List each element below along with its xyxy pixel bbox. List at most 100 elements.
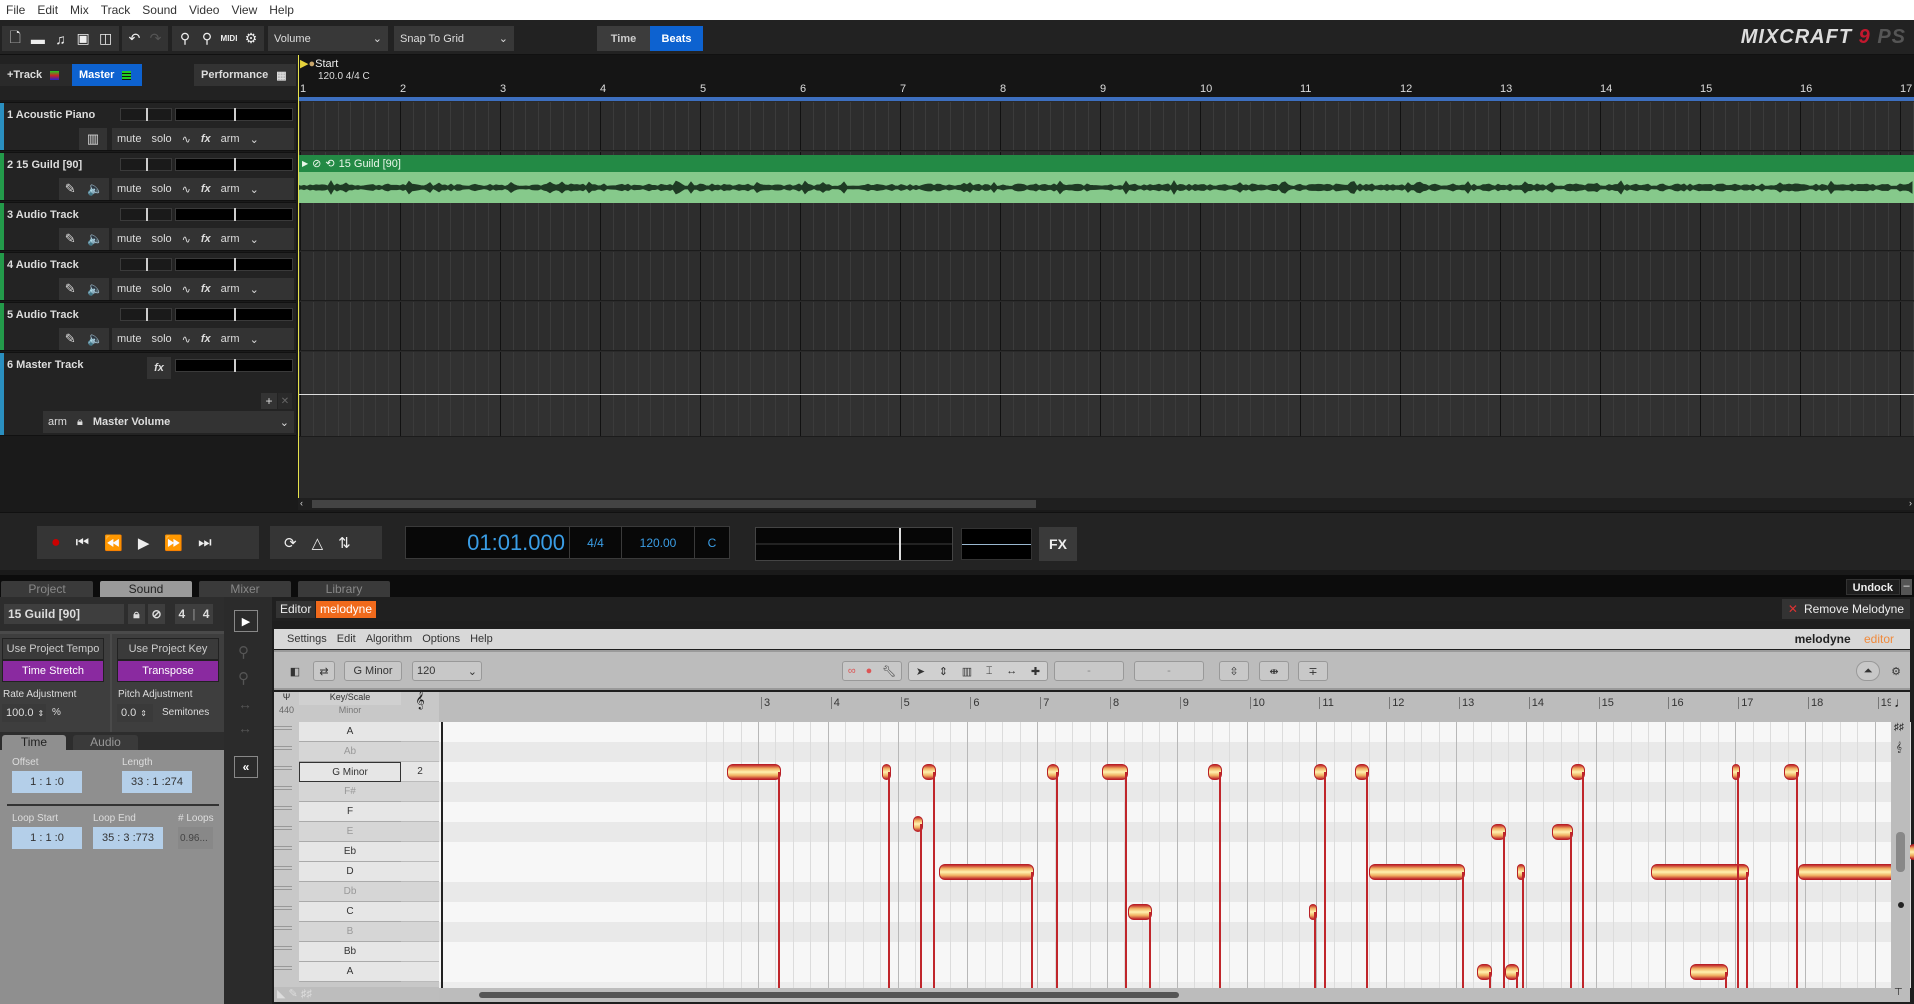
- menu-algorithm[interactable]: Algorithm: [361, 633, 417, 645]
- blob-icon[interactable]: ●: [866, 665, 873, 677]
- snap-select[interactable]: Snap To Grid ⌄: [394, 26, 514, 51]
- note-blob[interactable]: [1651, 864, 1750, 880]
- pitch-row-key[interactable]: Eb: [299, 842, 401, 862]
- play-icon[interactable]: ▶: [138, 534, 150, 552]
- scale-degree-cell[interactable]: [401, 962, 439, 982]
- minimize-button[interactable]: –: [1901, 579, 1912, 595]
- master-track-row[interactable]: 6 Master Track fx + ✕ arm 🔒︎ Master Volu…: [0, 352, 296, 436]
- menu-track[interactable]: Track: [95, 3, 137, 17]
- solo-button[interactable]: solo: [146, 333, 176, 345]
- timing-tool-icon[interactable]: ↔: [1006, 665, 1017, 677]
- scale-degree-cell[interactable]: [401, 722, 439, 742]
- mute-button[interactable]: mute: [112, 233, 146, 245]
- mute-clip-icon[interactable]: ⊘: [148, 604, 165, 624]
- arm-button[interactable]: arm: [216, 183, 245, 195]
- note-blob[interactable]: [726, 764, 782, 780]
- key-scale-header[interactable]: Key/Scale: [299, 692, 401, 705]
- clef-icon[interactable]: 𝄞: [1896, 742, 1902, 753]
- zoom-out-icon[interactable]: ⚲: [238, 669, 249, 687]
- length-field[interactable]: 33 : 1 :274: [122, 771, 192, 793]
- quarter-note-icon[interactable]: ♩: [1894, 694, 1908, 710]
- inspector-toggle-icon[interactable]: ◧: [286, 661, 304, 681]
- add-track-button[interactable]: +Track: [0, 64, 72, 86]
- value-field-1[interactable]: -: [1054, 661, 1124, 681]
- note-blob[interactable]: [939, 864, 1034, 880]
- time-signature[interactable]: 4/4: [569, 527, 621, 558]
- blobs-icon[interactable]: ∞: [848, 665, 856, 677]
- scale-degree-cell[interactable]: [401, 802, 439, 822]
- transpose-button[interactable]: Transpose: [117, 660, 219, 682]
- scrollbar-thumb[interactable]: [312, 500, 1036, 508]
- track-row[interactable]: 5 Audio Track ✎ 🔈 mute solo ∿ fx arm ⌄: [0, 302, 296, 351]
- clip-header[interactable]: ▶ ⊘ ⟲ 15 Guild [90]: [298, 155, 1914, 172]
- collapse-panel-button[interactable]: «: [234, 756, 258, 778]
- automation-icon[interactable]: ∿: [177, 333, 196, 346]
- track-row[interactable]: 3 Audio Track ✎ 🔈 mute solo ∿ fx arm ⌄: [0, 202, 296, 251]
- center-icon[interactable]: ∓: [1298, 661, 1328, 681]
- guitar-input-icon[interactable]: ✎: [65, 331, 76, 347]
- metronome-icon[interactable]: △: [312, 534, 324, 552]
- volume-slider[interactable]: [120, 158, 172, 171]
- menu-edit[interactable]: Edit: [332, 633, 361, 645]
- chevron-down-icon[interactable]: ⌄: [245, 283, 264, 296]
- start-marker[interactable]: ▶●Start: [300, 57, 338, 70]
- performance-button[interactable]: Performance ▦: [194, 64, 296, 86]
- fx-button[interactable]: fx: [196, 333, 216, 345]
- scale-degree-cell[interactable]: [401, 862, 439, 882]
- redo-icon[interactable]: ↷: [147, 29, 164, 49]
- rate-adjustment-input[interactable]: 100.0 ⇕: [2, 704, 46, 722]
- expand-horizontal-icon[interactable]: ↔: [238, 696, 252, 712]
- track-name[interactable]: 4 Audio Track: [7, 259, 79, 271]
- chevron-down-icon[interactable]: ⌄: [245, 133, 264, 146]
- pitch-row-key[interactable]: A: [299, 962, 401, 982]
- editor-ruler[interactable]: 34567891011121314151617181920: [439, 692, 1893, 722]
- tab-mixer[interactable]: Mixer: [199, 581, 291, 597]
- pointer-tool-icon[interactable]: ➤: [916, 665, 925, 678]
- amplitude-tool-icon[interactable]: ⌶: [986, 665, 993, 678]
- speaker-icon[interactable]: 🔈: [87, 181, 103, 197]
- chevron-down-icon[interactable]: ⌄: [275, 416, 294, 429]
- chevron-down-icon[interactable]: ⌄: [245, 233, 264, 246]
- note-blob[interactable]: [1798, 864, 1900, 880]
- slope-icon[interactable]: ◣: [277, 988, 285, 1000]
- pitch-row-key[interactable]: Ab: [299, 742, 401, 762]
- clip-time-signature[interactable]: 4 | 4: [175, 604, 213, 624]
- new-file-icon[interactable]: 🗋: [6, 29, 25, 49]
- track-name[interactable]: 1 Acoustic Piano: [7, 109, 95, 121]
- open-media-icon[interactable]: ♫: [51, 29, 70, 49]
- fx-button[interactable]: fx: [196, 233, 216, 245]
- open-folder-icon[interactable]: ▬: [29, 29, 48, 49]
- pitch-handle[interactable]: [274, 906, 292, 910]
- pitch-handle[interactable]: [274, 726, 292, 730]
- solo-button[interactable]: solo: [146, 183, 176, 195]
- scale-button[interactable]: G Minor: [344, 661, 402, 681]
- note-blob[interactable]: [1689, 964, 1729, 980]
- zoom-in-icon[interactable]: ⚲: [176, 29, 194, 49]
- fast-forward-icon[interactable]: ⏩: [164, 534, 183, 552]
- menu-options[interactable]: Options: [417, 633, 465, 645]
- editor-horizontal-scrollbar[interactable]: [439, 988, 1891, 1002]
- mute-button[interactable]: mute: [112, 183, 146, 195]
- go-to-end-icon[interactable]: ⏭: [198, 534, 212, 551]
- pencil-icon[interactable]: ✎: [289, 988, 298, 1000]
- play-preview-button[interactable]: ▶: [234, 610, 258, 632]
- arm-button[interactable]: arm: [216, 333, 245, 345]
- track-row[interactable]: 2 15 Guild [90] ✎ 🔈 mute solo ∿ fx arm ⌄: [0, 152, 296, 201]
- pitch-row-key[interactable]: B: [299, 922, 401, 942]
- mute-button[interactable]: mute: [112, 333, 146, 345]
- tuning-reference[interactable]: 440: [274, 705, 299, 718]
- fx-button[interactable]: fx: [196, 183, 216, 195]
- pitch-handle[interactable]: [274, 846, 292, 850]
- automation-icon[interactable]: ∿: [177, 233, 196, 246]
- speaker-icon[interactable]: 🔈: [87, 231, 103, 247]
- rewind-icon[interactable]: ⏪: [104, 534, 123, 552]
- treble-clef-icon[interactable]: 𝄞: [401, 692, 439, 722]
- scroll-left-icon[interactable]: ‹: [300, 498, 303, 508]
- record-icon[interactable]: ●: [51, 534, 61, 552]
- pitch-handle[interactable]: [274, 786, 292, 790]
- fx-button[interactable]: fx: [196, 283, 216, 295]
- automation-icon[interactable]: ∿: [177, 133, 196, 146]
- pan-slider[interactable]: [175, 258, 293, 271]
- undo-icon[interactable]: ↶: [126, 29, 143, 49]
- speaker-icon[interactable]: 🔈: [87, 331, 103, 347]
